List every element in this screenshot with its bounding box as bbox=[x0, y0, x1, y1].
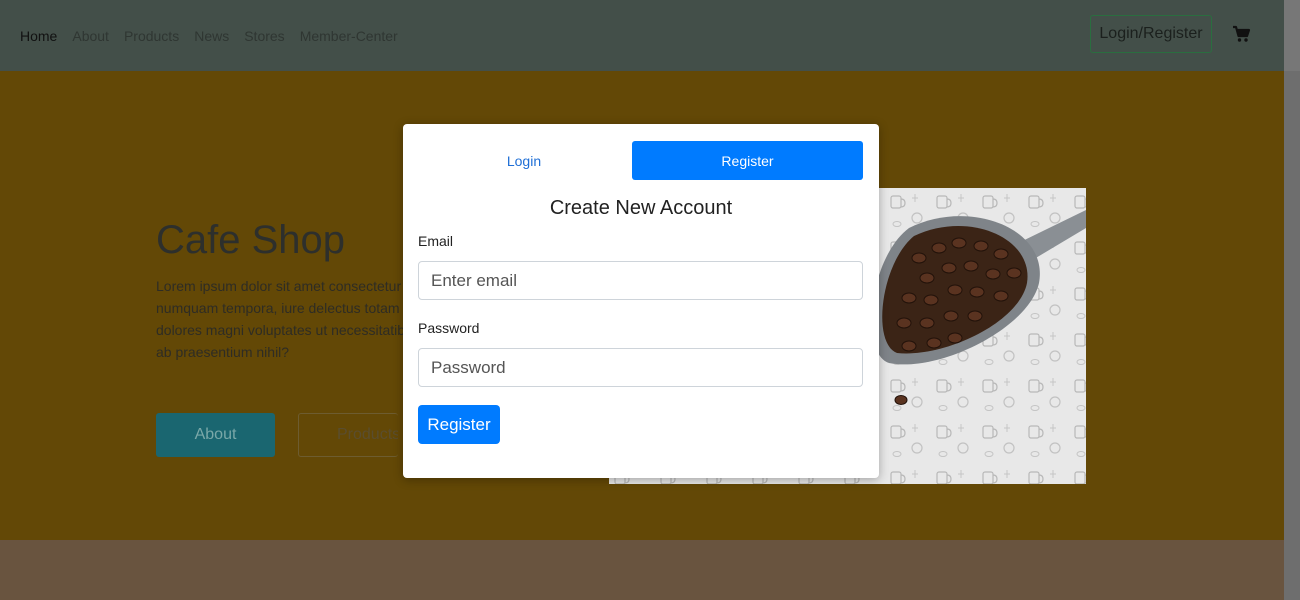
password-field[interactable] bbox=[418, 348, 863, 387]
modal-title: Create New Account bbox=[549, 197, 733, 219]
nav-link-about[interactable]: About bbox=[72, 26, 109, 46]
hero-text: Lorem ipsum dolor sit amet consectetur a… bbox=[156, 275, 416, 363]
nav-link-products[interactable]: Products bbox=[124, 26, 179, 46]
hero-text-line: Lorem ipsum dolor sit amet consectetur a bbox=[156, 278, 413, 294]
navbar: Home About Products News Stores Member-C… bbox=[0, 0, 1284, 71]
nav-link-news[interactable]: News bbox=[194, 26, 229, 46]
hero-text-line: ab praesentium nihil? bbox=[156, 344, 290, 360]
tab-register[interactable]: Register bbox=[632, 141, 863, 180]
hero-about-button[interactable]: About bbox=[156, 413, 275, 457]
nav-links: Home About Products News Stores Member-C… bbox=[20, 26, 413, 46]
password-label: Password bbox=[418, 320, 480, 336]
email-field[interactable] bbox=[418, 261, 863, 300]
tab-login[interactable]: Login bbox=[419, 141, 629, 180]
nav-link-member-center[interactable]: Member-Center bbox=[300, 26, 398, 46]
nav-link-home[interactable]: Home bbox=[20, 26, 57, 46]
scrollbar-thumb[interactable] bbox=[1284, 71, 1300, 600]
hero-text-line: numquam tempora, iure delectus totam n bbox=[156, 300, 412, 316]
register-modal: Login Register Create New Account Email … bbox=[403, 124, 879, 478]
shopping-cart-icon[interactable] bbox=[1232, 24, 1252, 44]
hero-products-button[interactable]: Products bbox=[298, 413, 398, 457]
hero-text-line: dolores magni voluptates ut necessitatib bbox=[156, 322, 406, 338]
lower-section bbox=[0, 540, 1284, 600]
register-submit-button[interactable]: Register bbox=[418, 405, 500, 444]
hero-title: Cafe Shop bbox=[156, 218, 346, 262]
login-register-button[interactable]: Login/Register bbox=[1090, 15, 1212, 53]
email-label: Email bbox=[418, 233, 454, 249]
nav-link-stores[interactable]: Stores bbox=[244, 26, 284, 46]
